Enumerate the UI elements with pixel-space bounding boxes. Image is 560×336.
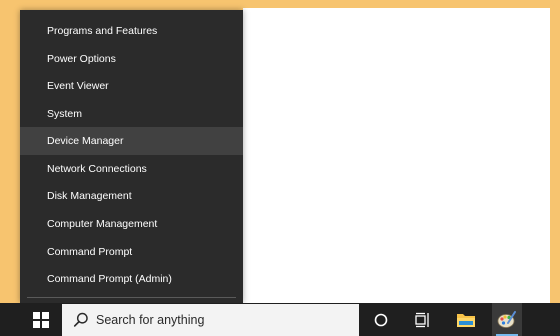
- menu-item-command-prompt[interactable]: Command Prompt: [20, 238, 243, 266]
- task-view-button[interactable]: [408, 303, 438, 336]
- menu-item-system[interactable]: System: [20, 100, 243, 128]
- paint-button[interactable]: [492, 303, 522, 336]
- menu-item-device-manager[interactable]: Device Manager: [20, 127, 243, 155]
- menu-item-event-viewer[interactable]: Event Viewer: [20, 72, 243, 100]
- winx-context-menu: Programs and Features Power Options Even…: [20, 10, 243, 303]
- windows-logo-icon: [33, 311, 49, 328]
- task-view-icon: [415, 312, 429, 327]
- search-placeholder: Search for anything: [96, 313, 205, 327]
- menu-separator: [27, 297, 236, 298]
- paint-icon: [497, 310, 516, 328]
- cortana-icon: [374, 313, 388, 326]
- file-explorer-button[interactable]: [451, 303, 481, 336]
- search-icon: [73, 312, 88, 327]
- blank-window: [243, 8, 550, 303]
- start-button[interactable]: [22, 303, 60, 336]
- menu-item-power-options[interactable]: Power Options: [20, 45, 243, 73]
- file-explorer-icon: [457, 313, 475, 327]
- cortana-button[interactable]: [366, 303, 396, 336]
- menu-item-computer-management[interactable]: Computer Management: [20, 210, 243, 238]
- menu-item-programs-and-features[interactable]: Programs and Features: [20, 17, 243, 45]
- taskbar: Search for anything: [0, 303, 560, 336]
- search-box[interactable]: Search for anything: [62, 304, 359, 336]
- menu-item-disk-management[interactable]: Disk Management: [20, 182, 243, 210]
- menu-item-network-connections[interactable]: Network Connections: [20, 155, 243, 183]
- menu-item-command-prompt-admin[interactable]: Command Prompt (Admin): [20, 265, 243, 293]
